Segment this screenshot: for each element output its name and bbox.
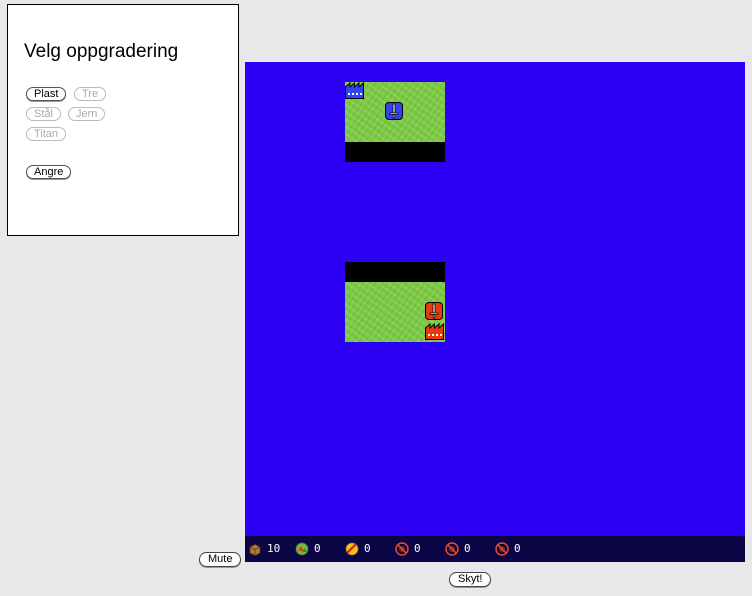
upgrade-button-plast[interactable]: Plast (26, 87, 67, 101)
upgrade-button-jern[interactable]: Jern (68, 107, 106, 121)
upgrade-button-tre[interactable]: Tre (74, 87, 107, 101)
upgrade-button-stal[interactable]: Stål (26, 107, 61, 121)
crate-icon (249, 544, 261, 556)
red-sword-unit[interactable] (425, 302, 443, 320)
upgrade-panel: Velg oppgradering Plast Tre Stål Jern Ti… (7, 4, 239, 236)
mute-button[interactable]: Mute (199, 552, 242, 567)
factory-icon[interactable] (425, 323, 444, 340)
island-top-shadow (345, 142, 445, 162)
upgrade-button-titan[interactable]: Titan (26, 127, 67, 141)
sword-icon (389, 103, 399, 119)
island-bottom-shadow (345, 262, 445, 282)
blue-sword-unit[interactable] (385, 102, 403, 120)
game-board[interactable] (245, 62, 745, 562)
blocked-bomb-icon (445, 542, 459, 556)
factory-icon[interactable] (345, 82, 364, 99)
resource-bar: 10 0 0 0 0 0 (245, 536, 745, 562)
grass-tile-icon (295, 542, 309, 556)
undo-button[interactable]: Angre (26, 165, 72, 179)
torpedo-icon (345, 542, 359, 556)
blocked-bomb-icon (395, 542, 409, 556)
sword-icon (429, 303, 439, 319)
panel-title: Velg oppgradering (24, 41, 179, 62)
blocked-bomb-icon (495, 542, 509, 556)
fire-button[interactable]: Skyt! (449, 572, 492, 587)
